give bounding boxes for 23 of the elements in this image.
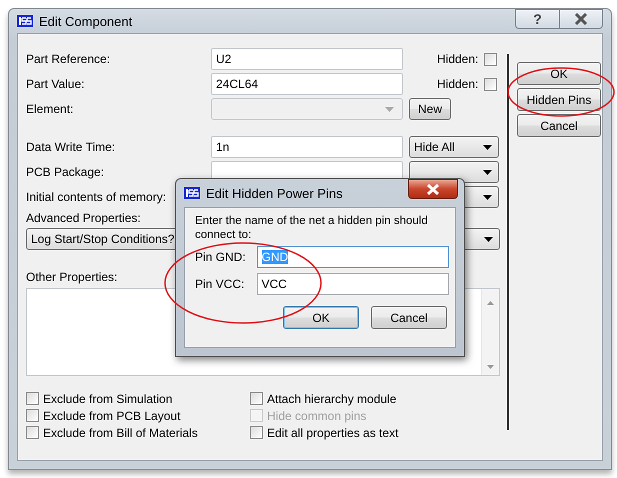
section-label: Other Properties:	[26, 270, 118, 284]
dropdown-value: Log Start/Stop Conditions?	[31, 232, 174, 246]
instruction-text: Enter the name of the net a hidden pin should connect to:	[195, 214, 429, 242]
checkbox-label: Hide common pins	[267, 408, 366, 422]
field-label: PCB Package:	[26, 165, 104, 179]
field-label: Pin VCC:	[195, 277, 246, 291]
dropdown-value: Hide All	[414, 140, 455, 154]
section-label: Advanced Properties:	[26, 211, 141, 225]
checkbox-label: Exclude from PCB Layout	[43, 408, 180, 422]
field-label: Part Value:	[26, 77, 84, 91]
checkbox-label: Edit all properties as text	[267, 426, 398, 440]
field-label: Initial contents of memory:	[26, 190, 166, 204]
field-label: Element:	[26, 102, 74, 116]
checkbox-label: Attach hierarchy module	[267, 392, 396, 406]
field-label: Pin GND:	[195, 250, 247, 264]
checkbox-label: Exclude from Simulation	[43, 392, 172, 406]
hidden-label: Hidden:	[437, 52, 478, 66]
field-label: Part Reference:	[26, 52, 110, 66]
window-title: Edit Component	[39, 14, 134, 28]
hidden-label: Hidden:	[437, 77, 478, 91]
dialog-title: Edit Hidden Power Pins	[206, 186, 344, 200]
field-label: Data Write Time:	[26, 140, 116, 154]
checkbox-label: Exclude from Bill of Materials	[43, 426, 198, 440]
